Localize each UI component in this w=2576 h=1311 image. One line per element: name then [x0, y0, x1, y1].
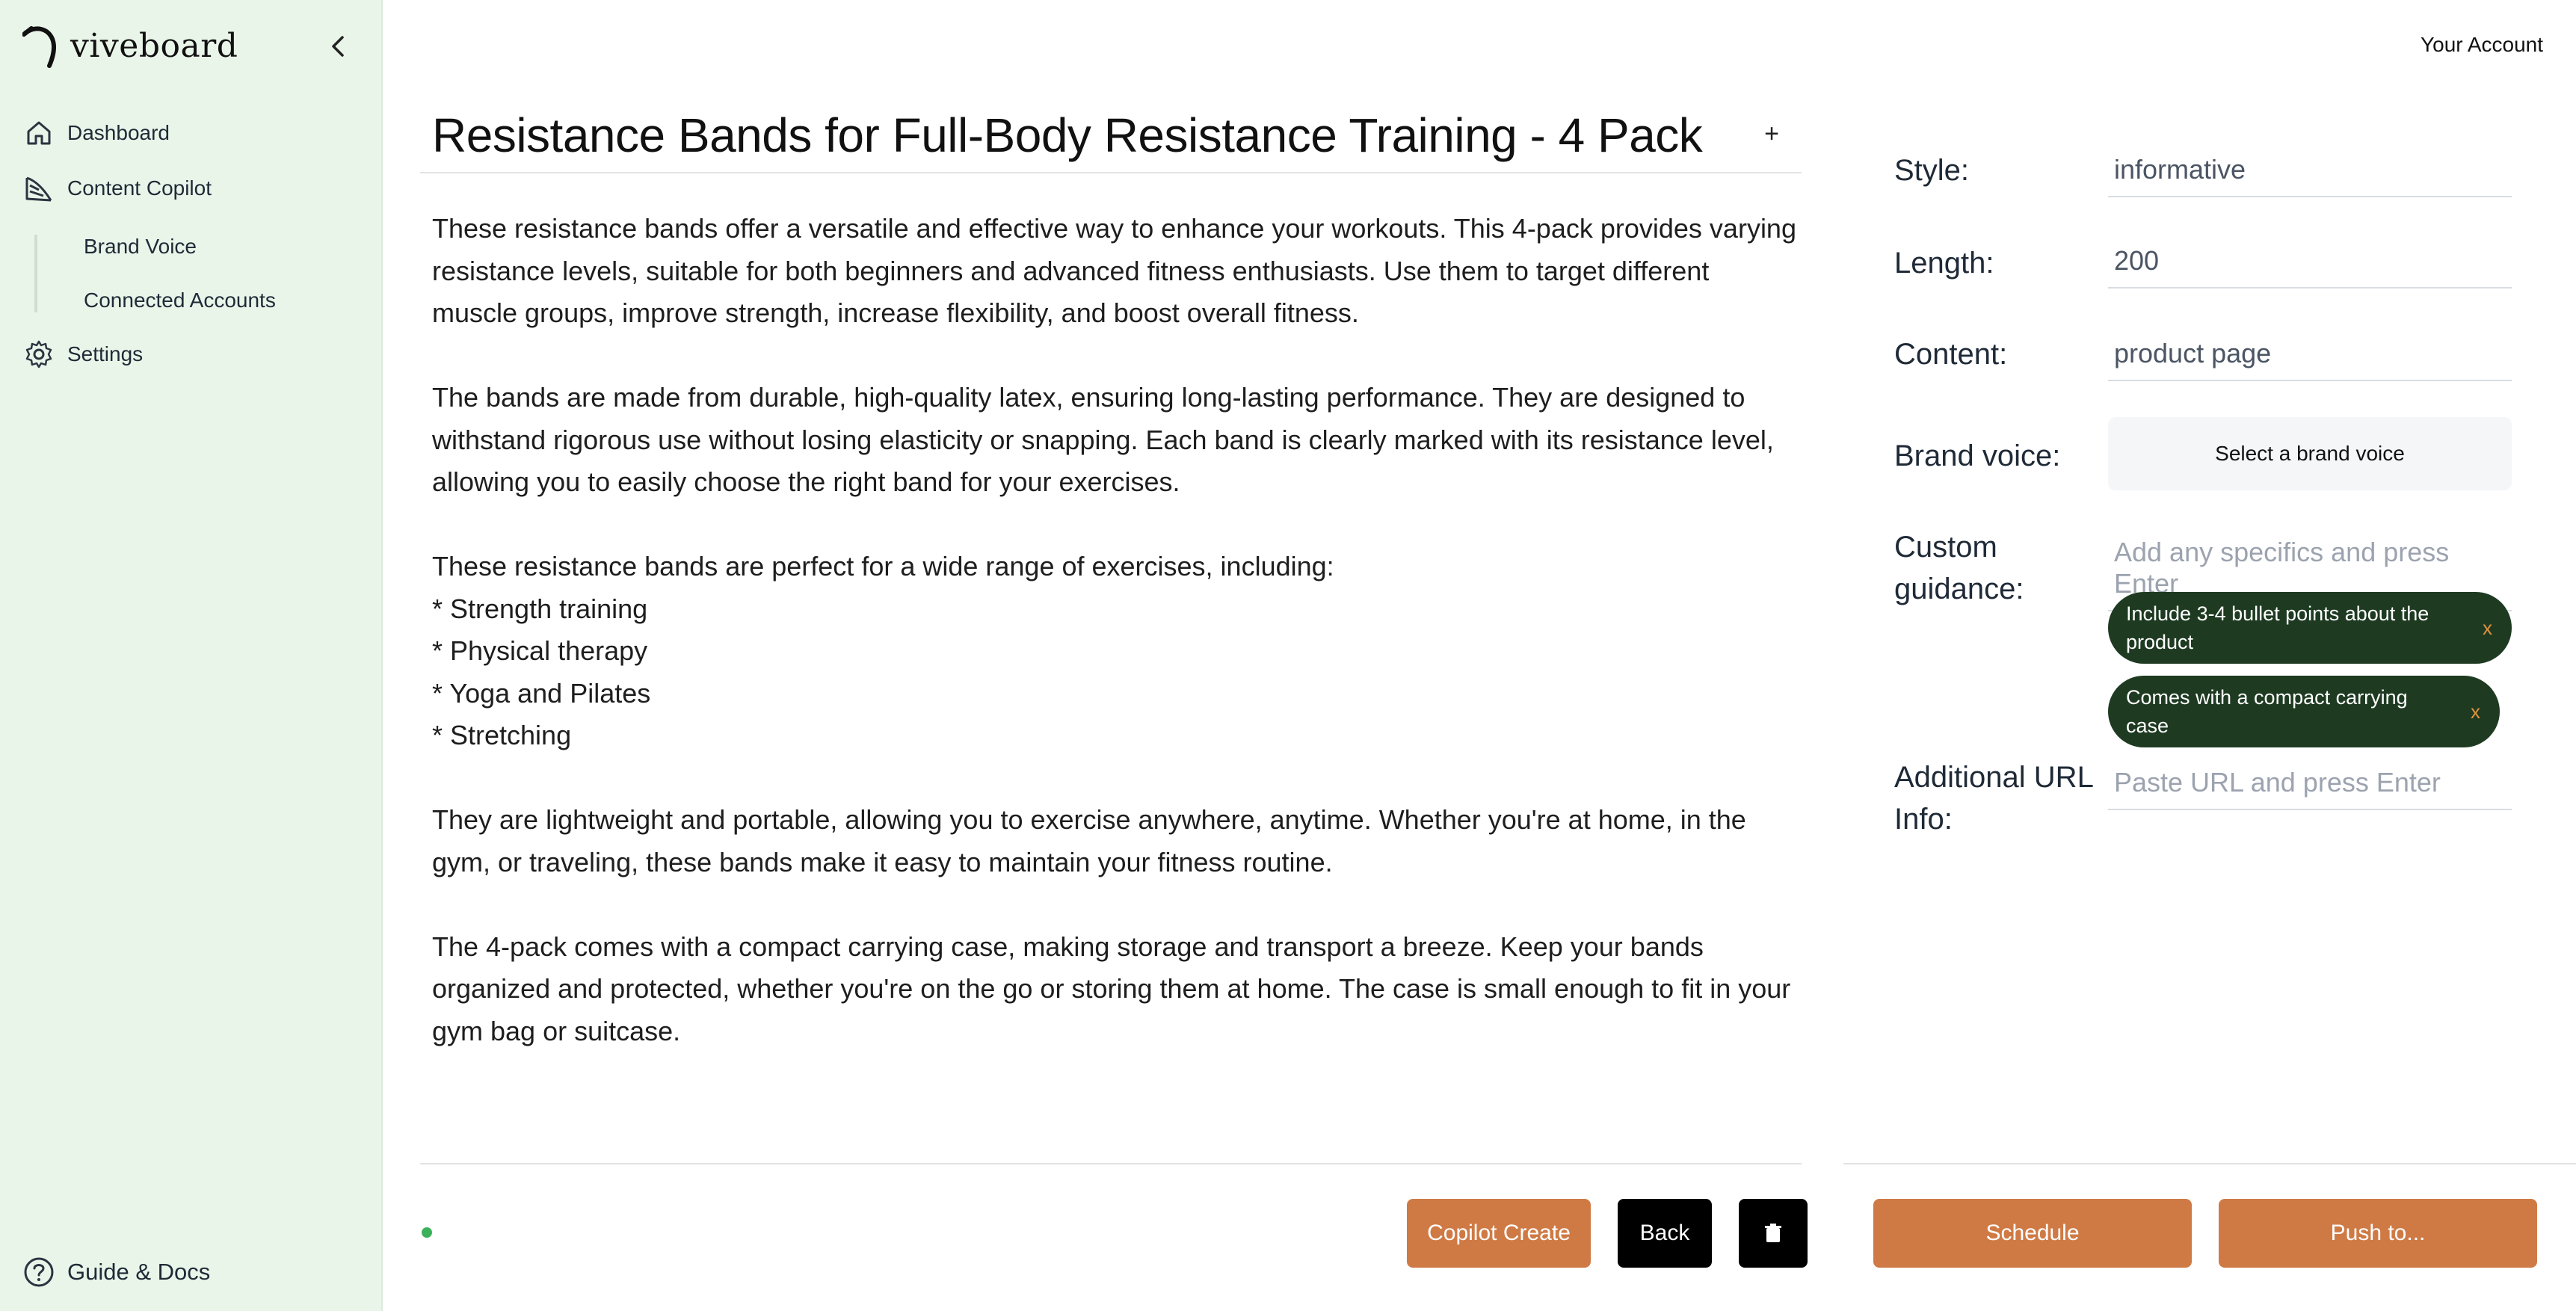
add-button[interactable]: + — [1764, 120, 1779, 149]
list-item: * Stretching — [432, 720, 572, 750]
style-label: Style: — [1894, 154, 1970, 187]
paragraph: The bands are made from durable, high-qu… — [432, 382, 1774, 497]
remove-chip-button[interactable]: x — [2471, 697, 2480, 726]
push-to-button[interactable]: Push to... — [2219, 1199, 2537, 1268]
chevron-left-icon — [332, 36, 344, 57]
content-label: Content: — [1894, 338, 2008, 371]
bullet-list: * Strength training * Physical therapy *… — [432, 588, 1800, 757]
guide-docs-label: Guide & Docs — [67, 1259, 211, 1285]
editor-footer-divider — [420, 1163, 1802, 1165]
title-row: Resistance Bands for Full-Body Resistanc… — [420, 105, 1802, 173]
guidance-chip-text: Comes with a compact carrying case — [2126, 686, 2408, 737]
panel-footer-divider — [1843, 1163, 2576, 1165]
collapse-sidebar-button[interactable] — [323, 31, 353, 61]
help-circle-icon — [24, 1257, 54, 1287]
paragraph: These resistance bands are perfect for a… — [432, 551, 1334, 582]
additional-url-label-line: Info: — [1894, 803, 1953, 836]
sidebar: viveboard Dashboard Content Copilot Bran… — [0, 0, 383, 1311]
sidebar-item-dashboard[interactable]: Dashboard — [22, 117, 170, 149]
content-type-field[interactable]: product page — [2108, 338, 2512, 381]
guidance-chip: Include 3-4 bullet points about the prod… — [2108, 592, 2512, 664]
list-item: * Physical therapy — [432, 635, 648, 666]
length-field[interactable]: 200 — [2108, 245, 2512, 289]
paragraph: They are lightweight and portable, allow… — [432, 804, 1746, 877]
brand-logo[interactable]: viveboard — [22, 22, 238, 69]
trash-icon — [1765, 1224, 1781, 1242]
schedule-button[interactable]: Schedule — [1873, 1199, 2192, 1268]
content-title[interactable]: Resistance Bands for Full-Body Resistanc… — [432, 108, 1703, 163]
brand-name: viveboard — [70, 26, 238, 65]
guide-docs-link[interactable]: Guide & Docs — [22, 1256, 210, 1289]
brand-voice-label: Brand voice: — [1894, 439, 2061, 472]
content-body[interactable]: These resistance bands offer a versatile… — [432, 208, 1800, 1095]
custom-guidance-label: Custom guidance: — [1894, 526, 2024, 610]
brand-voice-select[interactable]: Select a brand voice — [2108, 417, 2512, 490]
additional-url-label: Additional URL Info: — [1894, 756, 2094, 840]
sidebar-item-content-copilot[interactable]: Content Copilot — [22, 172, 212, 205]
paragraph: These resistance bands offer a versatile… — [432, 213, 1796, 328]
sidebar-subitem-connected-accounts[interactable]: Connected Accounts — [84, 289, 276, 312]
delete-button[interactable] — [1739, 1199, 1808, 1268]
custom-guidance-label-line: Custom — [1894, 531, 1997, 564]
custom-guidance-label-line: guidance: — [1894, 573, 2024, 605]
status-indicator — [422, 1227, 432, 1238]
copilot-create-button[interactable]: Copilot Create — [1407, 1199, 1591, 1268]
length-label: Length: — [1894, 247, 1994, 280]
additional-url-label-line: Additional URL — [1894, 761, 2094, 794]
list-item: * Yoga and Pilates — [432, 677, 651, 709]
remove-chip-button[interactable]: x — [2483, 614, 2492, 642]
subnav-rail — [34, 235, 37, 312]
guidance-chip-text: Include 3-4 bullet points about the prod… — [2126, 602, 2429, 653]
sidebar-item-label: Settings — [67, 342, 144, 365]
paragraph: The 4-pack comes with a compact carrying… — [432, 931, 1791, 1046]
copilot-icon — [22, 172, 55, 205]
style-field[interactable]: informative — [2108, 154, 2512, 197]
your-account-link[interactable]: Your Account — [2421, 33, 2543, 57]
gear-icon — [22, 338, 55, 371]
sidebar-item-label: Content Copilot — [67, 176, 212, 200]
back-button[interactable]: Back — [1618, 1199, 1712, 1268]
sidebar-item-settings[interactable]: Settings — [22, 338, 143, 371]
home-icon — [22, 117, 55, 149]
list-item: * Strength training — [432, 593, 648, 624]
guidance-chip: Comes with a compact carrying case x — [2108, 676, 2500, 747]
sidebar-subitem-brand-voice[interactable]: Brand Voice — [84, 235, 197, 259]
sidebar-item-label: Dashboard — [67, 121, 170, 144]
brand-mark-icon — [22, 26, 57, 68]
additional-url-input[interactable]: Paste URL and press Enter — [2108, 767, 2512, 810]
